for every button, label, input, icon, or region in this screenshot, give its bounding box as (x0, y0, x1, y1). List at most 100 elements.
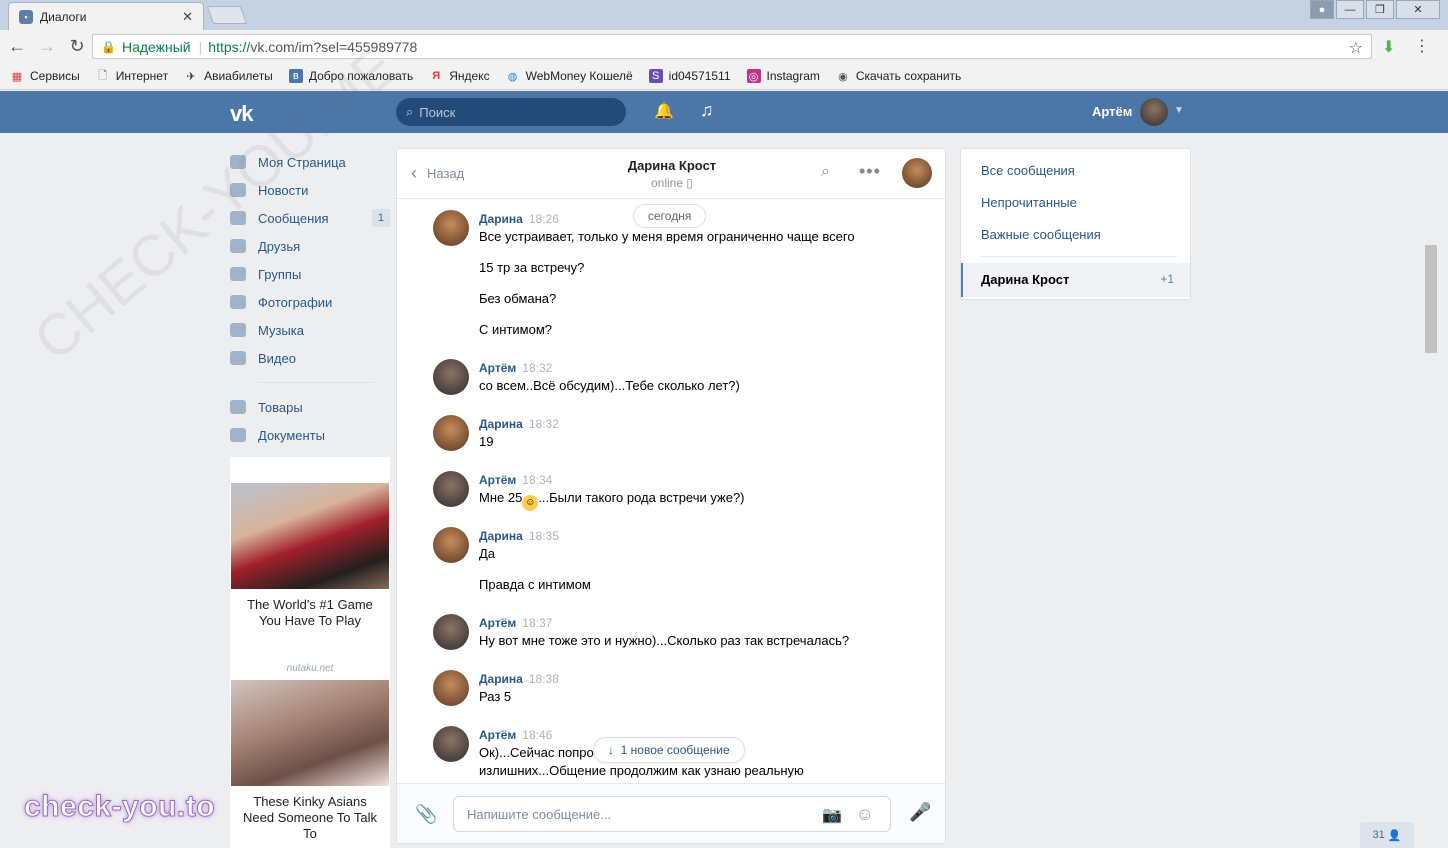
bookmark-item[interactable]: ◎ Instagram (746, 69, 820, 83)
vk-logo-icon[interactable]: vk (230, 101, 254, 127)
message-author[interactable]: Артём (479, 728, 516, 742)
forward-arrow-icon[interactable]: → (34, 34, 60, 60)
profile-icon[interactable]: ● (1310, 0, 1334, 19)
bookmark-item[interactable]: Я Яндекс (429, 69, 489, 83)
friends-icon (230, 239, 246, 253)
music-icon[interactable]: ♫ (700, 100, 714, 121)
message-author[interactable]: Артём (479, 616, 516, 630)
bookmark-item[interactable]: в Добро пожаловать (288, 69, 413, 83)
bell-icon[interactable]: 🔔 (654, 101, 674, 121)
ad-image[interactable] (231, 680, 389, 786)
browser-tab[interactable]: ▪ Диалоги ✕ (8, 2, 204, 30)
ad-image[interactable] (231, 483, 389, 589)
chat-avatar[interactable] (902, 158, 932, 188)
new-message-button[interactable]: ↓ 1 новое сообщение (593, 737, 745, 763)
new-tab-button[interactable] (206, 6, 248, 24)
friends-online-counter[interactable]: 31 👤 (1360, 822, 1414, 848)
search-input[interactable]: ⌕ Поиск (396, 98, 626, 126)
address-bar[interactable]: 🔒 Надежный | https:// vk.com/im?sel=4559… (92, 34, 1372, 59)
more-icon[interactable]: ••• (859, 161, 881, 182)
avatar[interactable] (433, 726, 469, 762)
maximize-button[interactable]: ❐ (1366, 0, 1394, 19)
nav-item-my-page[interactable]: Моя Страница (230, 148, 390, 176)
active-dialog-item[interactable]: Дарина Крост +1 (961, 263, 1190, 297)
filter-all-messages[interactable]: Все сообщения (981, 163, 1075, 178)
bookmark-item[interactable]: ◍ WebMoney Кошелё (506, 69, 633, 83)
bookmark-item[interactable]: ▦ Сервисы (10, 69, 80, 83)
messages-count-badge: 1 (371, 209, 390, 227)
header-user-name[interactable]: Артём (1092, 104, 1132, 119)
tab-title: Диалоги (40, 9, 87, 24)
ad-title[interactable]: These Kinky Asians Need Someone To Talk … (230, 786, 390, 848)
filter-unread[interactable]: Непрочитанные (981, 195, 1077, 210)
apps-grid-icon: ▦ (11, 70, 23, 83)
nav-item-video[interactable]: Видео (230, 344, 390, 372)
bookmark-star-icon[interactable]: ☆ (1349, 38, 1363, 58)
avatar[interactable] (433, 614, 469, 650)
header-avatar[interactable] (1140, 98, 1168, 126)
nav-item-messages[interactable]: Сообщения 1 (230, 204, 390, 232)
composer: 📎 Напишите сообщение... 📷 ☺ 🎤 (397, 783, 945, 843)
message-text: Мне 25 ☺ ...Были такого рода встречи уже?) (479, 490, 745, 511)
message-time: 18:32 (522, 361, 553, 375)
message-time: 18:26 (528, 212, 559, 226)
nav-item-documents[interactable]: Документы (230, 421, 390, 449)
message-input[interactable]: Напишите сообщение... 📷 ☺ (453, 796, 891, 832)
bookmark-item[interactable]: 🗋 Интернет (96, 69, 168, 83)
avatar[interactable] (433, 359, 469, 395)
smile-icon[interactable]: ☺ (856, 804, 874, 825)
camera-icon[interactable]: 📷 (822, 805, 842, 825)
nav-item-goods[interactable]: Товары (230, 393, 390, 421)
ad-source: nutaku.net (286, 663, 334, 674)
news-icon (230, 183, 246, 197)
message-author[interactable]: Дарина (479, 672, 523, 686)
groups-icon (230, 267, 246, 281)
message-time: 18:35 (528, 529, 559, 543)
avatar[interactable] (433, 527, 469, 563)
close-window-button[interactable]: ✕ (1396, 0, 1440, 19)
browser-menu-icon[interactable]: ⋮ (1414, 36, 1430, 56)
yandex-icon: Я (432, 70, 441, 82)
nav-item-photos[interactable]: Фотографии (230, 288, 390, 316)
close-tab-icon[interactable]: ✕ (182, 9, 193, 25)
message-author[interactable]: Артём (479, 473, 516, 487)
browser-toolbar: ← → ↻ 🔒 Надежный | https:// vk.com/im?se… (0, 30, 1448, 63)
message-author[interactable]: Дарина (479, 529, 523, 543)
message-text: Все устраивает, только у меня время огра… (479, 229, 855, 244)
filter-important[interactable]: Важные сообщения (981, 227, 1101, 242)
bookmark-item[interactable]: ◉ Скачать сохранить (836, 69, 961, 83)
message-header: Дарина 18:38 (479, 672, 559, 686)
message-author[interactable]: Дарина (479, 212, 523, 226)
message-author[interactable]: Дарина (479, 417, 523, 431)
avatar[interactable] (433, 471, 469, 507)
camera-icon (230, 295, 246, 309)
reload-icon[interactable]: ↻ (64, 34, 90, 60)
nav-item-news[interactable]: Новости (230, 176, 390, 204)
back-arrow-icon[interactable]: ← (4, 34, 30, 60)
avatar[interactable] (433, 415, 469, 451)
bag-icon (230, 400, 246, 414)
microphone-icon[interactable]: 🎤 (909, 802, 931, 823)
nav-item-groups[interactable]: Группы (230, 260, 390, 288)
message-text: Правда с интимом (479, 577, 591, 592)
avatar[interactable] (433, 210, 469, 246)
nav-item-friends[interactable]: Друзья (230, 232, 390, 260)
minimize-button[interactable]: — (1336, 0, 1364, 19)
message-author[interactable]: Артём (479, 361, 516, 375)
avatar[interactable] (433, 670, 469, 706)
plane-icon: ✈ (186, 70, 196, 83)
bookmark-item[interactable]: Sid04571511 (648, 69, 731, 83)
bookmark-item[interactable]: ✈ Авиабилеты (184, 69, 272, 83)
ad-title[interactable]: The World's #1 Game You Have To Play (230, 589, 390, 637)
nav-item-music[interactable]: Музыка (230, 316, 390, 344)
scrollbar-thumb[interactable] (1425, 245, 1437, 353)
watermark: check-you.to (23, 790, 216, 824)
page-icon: 🗋 (98, 69, 108, 82)
vk-header: vk ⌕ Поиск 🔔 ♫ Артём ▼ (0, 91, 1448, 133)
paperclip-icon[interactable]: 📎 (415, 804, 437, 825)
page-scrollbar[interactable] (1422, 133, 1448, 848)
message-time: 18:32 (528, 417, 559, 431)
chevron-down-icon[interactable]: ▼ (1174, 105, 1184, 116)
search-icon[interactable]: ⌕ (821, 163, 830, 181)
download-extension-icon[interactable]: ⬇ (1382, 37, 1398, 56)
